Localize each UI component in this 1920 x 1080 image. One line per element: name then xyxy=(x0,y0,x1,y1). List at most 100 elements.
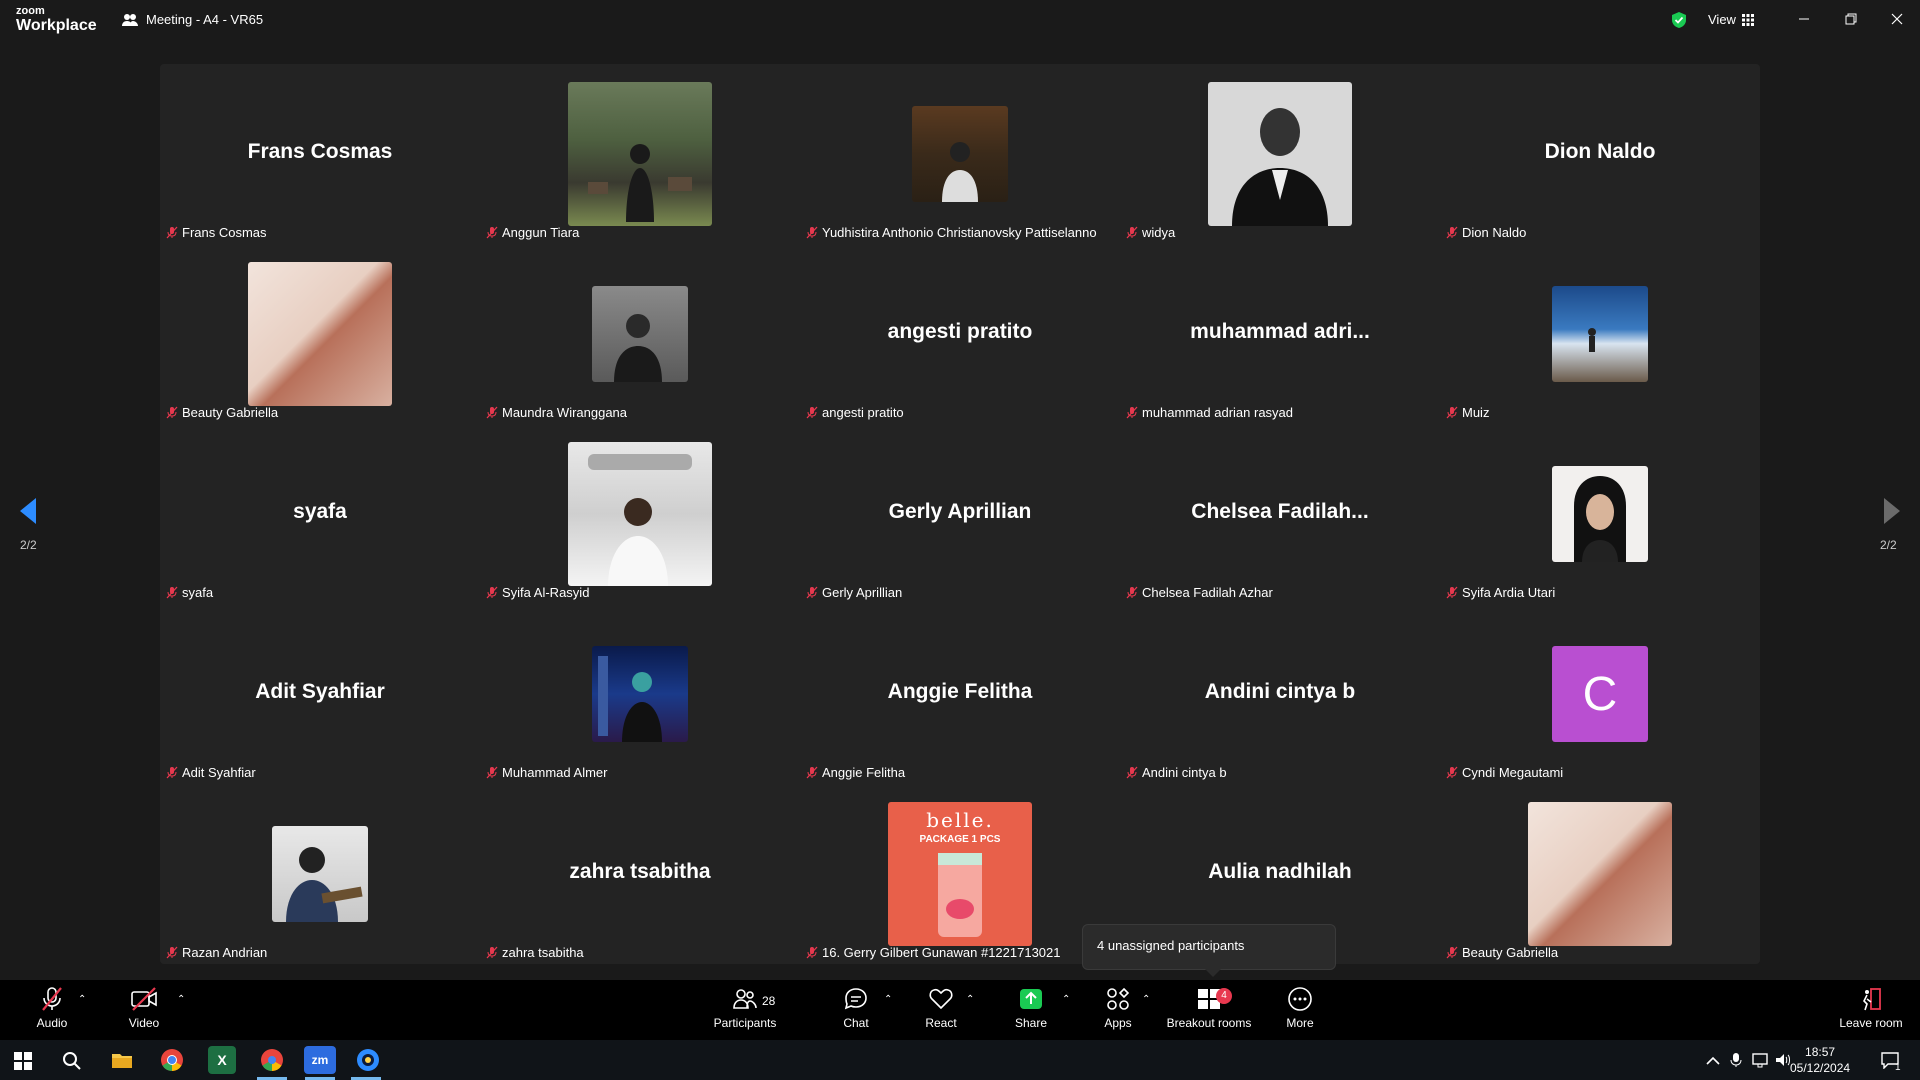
participant-tile[interactable]: Gerly Aprillian Gerly Aprillian xyxy=(800,424,1120,604)
participant-tile[interactable]: Razan Andrian xyxy=(160,784,480,964)
microphone-icon[interactable] xyxy=(1730,1052,1742,1068)
mic-muted-icon xyxy=(166,226,178,239)
participant-name: 16. Gerry Gilbert Gunawan #1221713021 xyxy=(822,945,1061,960)
participants-button[interactable]: Participants xyxy=(712,986,778,1030)
participant-display-name: angesti pratito xyxy=(887,320,1033,343)
next-page-arrow-icon[interactable] xyxy=(1882,496,1902,526)
excel-icon[interactable]: X xyxy=(208,1046,236,1074)
search-icon[interactable] xyxy=(62,1051,82,1071)
participant-tile[interactable]: Anggie Felitha Anggie Felitha xyxy=(800,604,1120,784)
participant-tile[interactable]: Dion Naldo Dion Naldo xyxy=(1440,64,1760,244)
participant-name: Maundra Wiranggana xyxy=(502,405,628,420)
participant-tile[interactable]: muhammad adri... muhammad adrian rasyad xyxy=(1120,244,1440,424)
page-indicator-right: 2/2 xyxy=(1880,538,1897,552)
participant-tile[interactable]: Maundra Wiranggana xyxy=(480,244,800,424)
audio-options-caret[interactable]: ⌃ xyxy=(78,994,86,1005)
mic-muted-icon xyxy=(1446,586,1458,599)
chat-options-caret[interactable]: ⌃ xyxy=(884,994,892,1005)
audio-button[interactable]: Audio xyxy=(34,986,70,1030)
participants-icon xyxy=(733,989,757,1009)
participant-tile[interactable]: angesti pratito angesti pratito xyxy=(800,244,1120,424)
more-options-icon xyxy=(1288,987,1312,1011)
participant-tile[interactable]: Adit Syahfiar Adit Syahfiar xyxy=(160,604,480,784)
product-brand: belle. xyxy=(926,808,994,832)
zoom-workplace-icon[interactable] xyxy=(354,1046,382,1074)
participant-label: Adit Syahfiar xyxy=(166,765,256,780)
network-icon[interactable] xyxy=(1752,1052,1770,1068)
share-screen-icon xyxy=(1020,989,1042,1009)
minimize-icon xyxy=(1799,18,1809,20)
react-label: React xyxy=(925,1016,957,1030)
meeting-title: Meeting - A4 - VR65 xyxy=(122,12,263,27)
breakout-badge: 4 xyxy=(1216,988,1232,1004)
participant-video xyxy=(1528,802,1672,946)
mic-muted-icon xyxy=(1446,226,1458,239)
mic-muted-icon xyxy=(486,226,498,239)
windows-start-icon[interactable] xyxy=(14,1052,32,1070)
mic-muted-icon xyxy=(166,946,178,959)
chat-button[interactable]: Chat xyxy=(840,986,872,1030)
previous-page-arrow-icon[interactable] xyxy=(18,496,38,526)
shield-icon[interactable] xyxy=(1670,11,1688,29)
zoom-app-icon[interactable]: zm xyxy=(304,1046,336,1074)
participant-name: widya xyxy=(1142,225,1176,240)
chrome-icon[interactable] xyxy=(158,1046,186,1074)
more-button[interactable]: More xyxy=(1284,986,1316,1030)
view-button[interactable]: View xyxy=(1708,12,1754,27)
restore-button[interactable] xyxy=(1840,8,1862,30)
product-pouch-icon xyxy=(938,853,982,937)
minimize-button[interactable] xyxy=(1793,8,1815,30)
close-button[interactable] xyxy=(1886,8,1908,30)
file-explorer-icon[interactable] xyxy=(108,1046,136,1074)
participant-label: Razan Andrian xyxy=(166,945,267,960)
system-clock[interactable]: 18:57 05/12/2024 xyxy=(1790,1044,1850,1076)
breakout-rooms-button[interactable]: Breakout rooms xyxy=(1166,986,1252,1030)
participant-tile[interactable]: Muhammad Almer xyxy=(480,604,800,784)
participant-tile[interactable]: zahra tsabitha zahra tsabitha xyxy=(480,784,800,964)
participant-label: Anggun Tiara xyxy=(486,225,579,240)
mic-muted-icon xyxy=(486,586,498,599)
participant-tile[interactable]: Frans Cosmas Frans Cosmas xyxy=(160,64,480,244)
apps-options-caret[interactable]: ⌃ xyxy=(1142,994,1150,1005)
mic-muted-icon xyxy=(486,946,498,959)
mic-muted-icon xyxy=(1126,406,1138,419)
share-button[interactable]: Share xyxy=(1014,986,1048,1030)
video-options-caret[interactable]: ⌃ xyxy=(177,994,185,1005)
mic-muted-icon xyxy=(486,766,498,779)
video-gallery: Frans Cosmas Frans Cosmas Anggun Tiara Y… xyxy=(160,64,1760,964)
participant-name: Syifa Ardia Utari xyxy=(1462,585,1556,600)
apps-icon xyxy=(1107,987,1130,1010)
clock-date: 05/12/2024 xyxy=(1790,1061,1851,1075)
participant-tile[interactable]: Anggun Tiara xyxy=(480,64,800,244)
participant-tile[interactable]: widya xyxy=(1120,64,1440,244)
person-silhouette-icon xyxy=(614,314,662,382)
participant-display-name: muhammad adri... xyxy=(1190,320,1370,343)
participant-label: 16. Gerry Gilbert Gunawan #1221713021 xyxy=(806,945,1061,960)
chrome-profile-icon[interactable] xyxy=(258,1046,286,1074)
participant-tile[interactable]: syafa syafa xyxy=(160,424,480,604)
participant-tile[interactable]: Muiz xyxy=(1440,244,1760,424)
participant-tile[interactable]: C Cyndi Megautami xyxy=(1440,604,1760,784)
participant-tile[interactable]: belle. PACKAGE 1 PCS 16. Gerry Gilbert G… xyxy=(800,784,1120,964)
chat-label: Chat xyxy=(843,1016,869,1030)
participant-tile[interactable]: Beauty Gabriella xyxy=(1440,784,1760,964)
react-button[interactable]: React xyxy=(924,986,958,1030)
react-options-caret[interactable]: ⌃ xyxy=(966,994,974,1005)
participant-tile[interactable]: Syifa Al-Rasyid xyxy=(480,424,800,604)
leave-room-button[interactable]: Leave room xyxy=(1838,986,1904,1030)
video-label: Video xyxy=(128,1016,160,1030)
participant-tile[interactable]: Syifa Ardia Utari xyxy=(1440,424,1760,604)
mic-muted-icon xyxy=(806,406,818,419)
participant-video xyxy=(272,826,368,922)
participant-video xyxy=(1552,286,1648,382)
share-options-caret[interactable]: ⌃ xyxy=(1062,994,1070,1005)
chevron-up-icon[interactable] xyxy=(1706,1054,1720,1066)
participant-tile[interactable]: Beauty Gabriella xyxy=(160,244,480,424)
apps-button[interactable]: Apps xyxy=(1102,986,1134,1030)
video-button[interactable]: Video xyxy=(126,986,162,1030)
participant-tile[interactable]: Yudhistira Anthonio Christianovsky Patti… xyxy=(800,64,1120,244)
participant-tile[interactable]: Chelsea Fadilah... Chelsea Fadilah Azhar xyxy=(1120,424,1440,604)
participant-name: Cyndi Megautami xyxy=(1462,765,1564,780)
participant-tile[interactable]: Andini cintya b Andini cintya b xyxy=(1120,604,1440,784)
windows-taskbar: X zm 18:57 05/12/2024 1 xyxy=(0,1040,1920,1080)
